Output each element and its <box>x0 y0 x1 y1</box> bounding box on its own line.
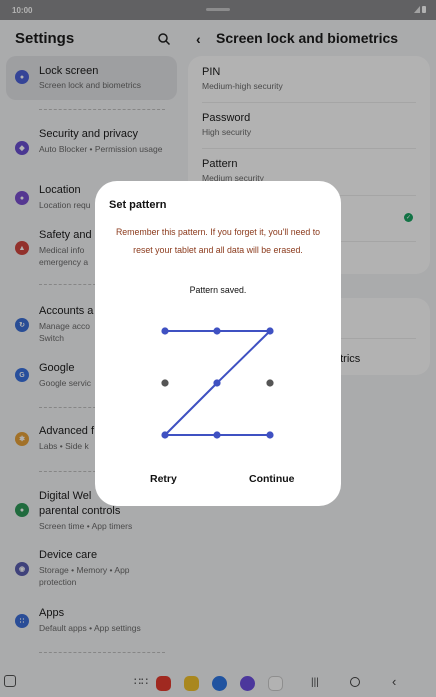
pattern-dot[interactable] <box>213 327 221 335</box>
pattern-dot[interactable] <box>266 379 274 387</box>
pattern-dot[interactable] <box>213 379 221 387</box>
pattern-dot[interactable] <box>161 431 169 439</box>
pattern-dot[interactable] <box>161 327 169 335</box>
pattern-line <box>216 330 271 384</box>
pattern-dot[interactable] <box>266 327 274 335</box>
retry-button[interactable]: Retry <box>150 473 177 485</box>
pattern-grid[interactable] <box>95 181 341 481</box>
set-pattern-dialog: Set pattern Remember this pattern. If yo… <box>95 181 341 506</box>
pattern-line <box>164 382 218 436</box>
pattern-dot[interactable] <box>266 431 274 439</box>
pattern-dot[interactable] <box>213 431 221 439</box>
continue-button[interactable]: Continue <box>249 473 295 485</box>
pattern-dot[interactable] <box>161 379 169 387</box>
